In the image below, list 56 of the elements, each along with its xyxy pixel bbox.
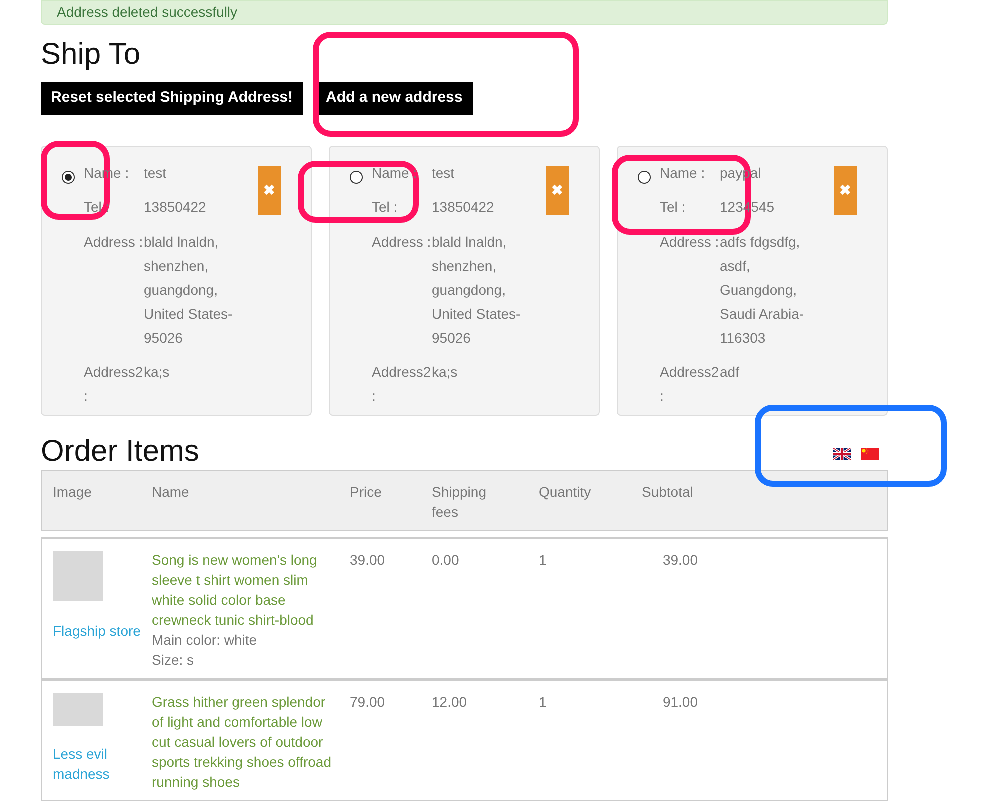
photo-placeholder bbox=[53, 693, 103, 726]
field-label: Address : bbox=[660, 232, 720, 252]
column-header: Image bbox=[53, 483, 93, 502]
price-cell-text: 79.00 bbox=[350, 693, 386, 712]
field-value: test bbox=[144, 164, 168, 183]
action-button[interactable]: Add a new address bbox=[316, 82, 473, 115]
address-radio[interactable] bbox=[62, 171, 75, 184]
subtotal-cell-text: 39.00 bbox=[662, 551, 698, 570]
field-value: blald lnaldn, shenzhen, guangdong, United States-95026 bbox=[144, 232, 234, 348]
field-value: 13850422 bbox=[144, 198, 208, 218]
field-value: adf bbox=[720, 362, 740, 382]
field-label: Name : bbox=[660, 164, 706, 183]
field-value: test bbox=[432, 164, 456, 183]
shipping-cell-text: 12.00 bbox=[432, 693, 468, 712]
field-value: adfs fdgsdfg, asdf, Guangdong, Saudi Arabia-116303 bbox=[720, 232, 806, 348]
alert-message: Address deleted successfully bbox=[57, 4, 238, 20]
field-label: Tel : bbox=[84, 198, 111, 218]
column-header: Quantity bbox=[539, 483, 592, 502]
product-option: Size: s bbox=[152, 650, 340, 670]
quantity-cell-text: 1 bbox=[539, 693, 548, 712]
field-label: Name : bbox=[372, 164, 418, 183]
field-label: Address2 : bbox=[84, 362, 144, 406]
quantity-cell-text: 1 bbox=[539, 551, 548, 570]
column-header: Subtotal bbox=[642, 483, 694, 502]
product-link[interactable]: Grass hither green splendor of light and comfortable low cut casual lovers of outdoor sports trekking shoes offroad running shoes bbox=[152, 692, 340, 792]
field-label: Address : bbox=[84, 232, 144, 252]
field-label: Address2 : bbox=[660, 362, 720, 406]
store-link[interactable]: Less evil madness bbox=[53, 744, 152, 784]
field-value: ka;s bbox=[144, 362, 171, 382]
uk-flag-icon[interactable] bbox=[833, 448, 851, 460]
field-value: 13850422 bbox=[432, 198, 496, 218]
delete-button[interactable]: ✖ bbox=[546, 166, 569, 215]
section-heading: Order Items bbox=[41, 434, 200, 470]
field-label: Address2 : bbox=[372, 362, 432, 406]
product-link[interactable]: Song is new women's long sleeve t shirt women slim white solid color base crewneck tunic shirt-blood bbox=[152, 550, 340, 630]
field-label: Tel : bbox=[372, 198, 399, 218]
action-button[interactable]: Reset selected Shipping Address! bbox=[41, 82, 304, 115]
subtotal-cell-text: 91.00 bbox=[662, 693, 698, 712]
china-flag-icon[interactable] bbox=[861, 448, 879, 460]
product-option: Main color: white bbox=[152, 630, 340, 650]
column-header: Shipping fees bbox=[432, 483, 488, 522]
column-header: Price bbox=[350, 483, 383, 502]
delete-button[interactable]: ✖ bbox=[834, 166, 857, 215]
section-heading: Ship To bbox=[41, 37, 142, 73]
column-header: Name bbox=[152, 483, 190, 502]
field-label: Address : bbox=[372, 232, 432, 252]
photo-placeholder bbox=[53, 551, 103, 601]
delete-button[interactable]: ✖ bbox=[258, 166, 281, 215]
shipping-cell-text: 0.00 bbox=[432, 551, 460, 570]
field-value: blald lnaldn, shenzhen, guangdong, United States-95026 bbox=[432, 232, 522, 348]
store-link[interactable]: Flagship store bbox=[53, 621, 152, 641]
field-value: ka;s bbox=[432, 362, 459, 382]
price-cell-text: 39.00 bbox=[350, 551, 386, 570]
address-radio[interactable] bbox=[350, 171, 363, 184]
address-radio[interactable] bbox=[638, 171, 651, 184]
field-label: Tel : bbox=[660, 198, 687, 218]
